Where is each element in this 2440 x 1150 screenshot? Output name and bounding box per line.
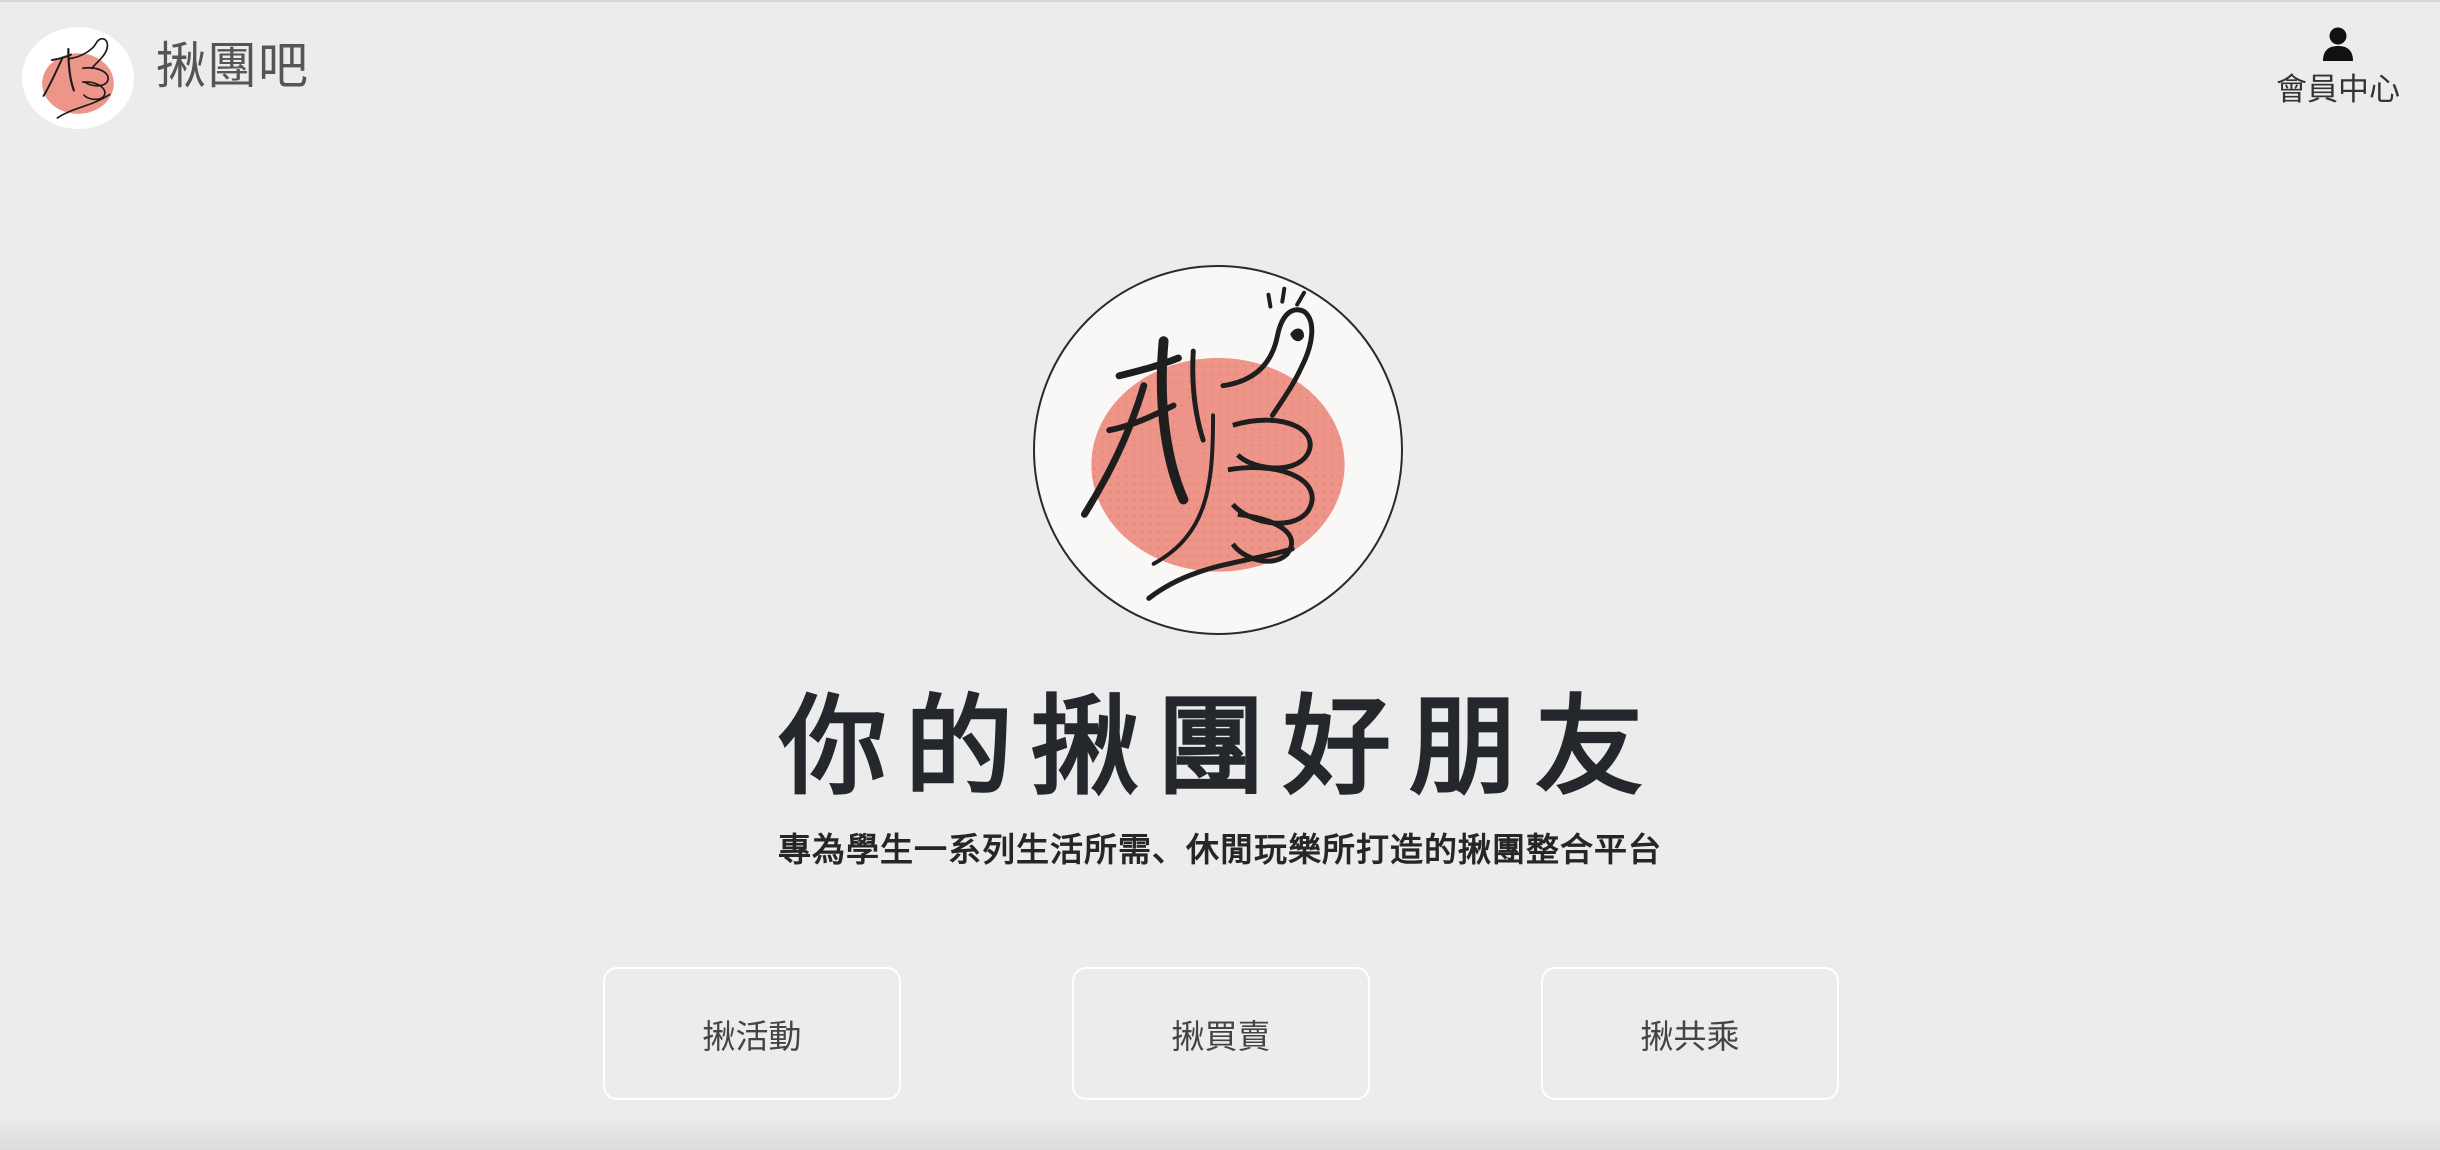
top-divider — [0, 0, 2440, 2]
hero-logo — [1033, 265, 1403, 635]
thumbs-up-logo-icon — [1080, 286, 1345, 601]
thumbs-up-logo-icon — [42, 37, 114, 119]
buy-sell-button[interactable]: 揪買賣 — [1072, 967, 1370, 1100]
member-center-label: 會員中心 — [2276, 72, 2400, 108]
brand-logo — [22, 27, 134, 129]
hero-title: 你的揪團好朋友 — [778, 685, 1661, 810]
brand-home-link[interactable]: 揪團吧 — [22, 27, 309, 129]
bottom-shade — [0, 1116, 2440, 1150]
user-icon — [2323, 27, 2353, 61]
hero-subtitle: 專為學生一系列生活所需、休閒玩樂所打造的揪團整合平台 — [778, 830, 1662, 869]
brand-name: 揪團吧 — [156, 37, 309, 95]
member-center-button[interactable]: 會員中心 — [2276, 26, 2400, 109]
carpool-button[interactable]: 揪共乘 — [1541, 967, 1839, 1100]
page: 揪團吧 會員中心 你的揪團好朋友 專為學生一系列生活所需、休閒玩樂所打造的揪團整… — [0, 0, 2440, 1150]
activity-button[interactable]: 揪活動 — [603, 967, 901, 1100]
